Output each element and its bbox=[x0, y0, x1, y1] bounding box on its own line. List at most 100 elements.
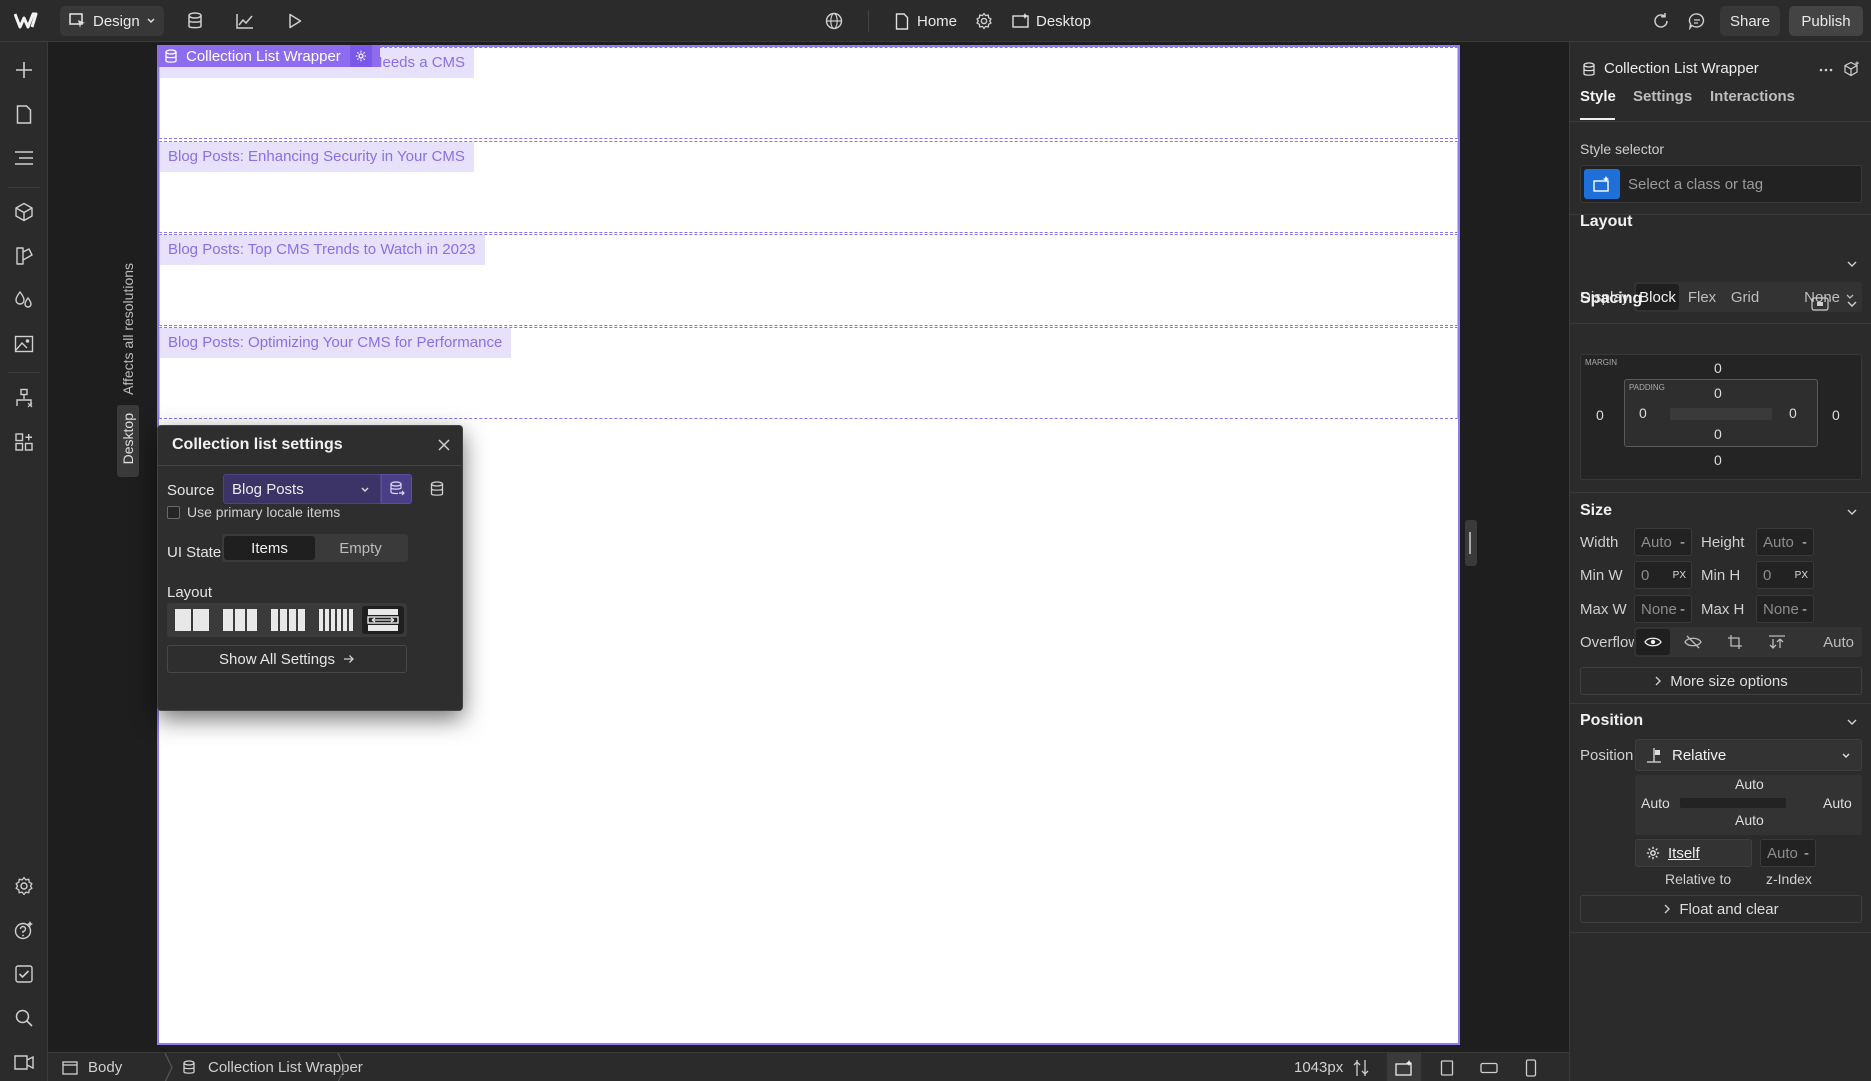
logic-button[interactable] bbox=[12, 386, 36, 410]
cms-button[interactable] bbox=[183, 9, 207, 33]
padding-right-value[interactable]: 0 bbox=[1789, 405, 1797, 421]
components-button[interactable] bbox=[12, 200, 36, 224]
site-settings-button[interactable] bbox=[12, 874, 36, 898]
chevron-down-icon[interactable] bbox=[1846, 258, 1858, 270]
navigator-button[interactable] bbox=[12, 146, 36, 170]
source-select[interactable]: Blog Posts bbox=[223, 474, 381, 504]
analyze-button[interactable] bbox=[233, 9, 257, 33]
breadcrumb-body[interactable]: Body bbox=[62, 1053, 122, 1081]
display-flex-button[interactable]: Flex bbox=[1682, 284, 1722, 310]
width-input[interactable]: Auto - bbox=[1634, 528, 1692, 556]
style-guide-button[interactable] bbox=[12, 244, 36, 268]
search-button[interactable] bbox=[12, 1006, 36, 1030]
min-height-input[interactable]: 0 PX bbox=[1756, 561, 1814, 589]
float-and-clear-button[interactable]: Float and clear bbox=[1580, 895, 1862, 923]
help-button[interactable] bbox=[12, 918, 36, 942]
pages-panel-button[interactable] bbox=[12, 102, 36, 126]
element-settings-tab[interactable] bbox=[349, 45, 372, 67]
margin-top-value[interactable]: 0 bbox=[1714, 360, 1722, 376]
offset-top-value[interactable]: Auto bbox=[1735, 776, 1764, 792]
display-grid-button[interactable]: Grid bbox=[1724, 284, 1766, 310]
chevron-down-icon[interactable] bbox=[1846, 298, 1858, 310]
canvas-width-adjust[interactable] bbox=[1352, 1058, 1370, 1078]
comments-button[interactable] bbox=[1685, 9, 1709, 33]
layout-2-columns[interactable] bbox=[170, 606, 214, 634]
page-settings-button[interactable] bbox=[972, 9, 996, 33]
publish-button[interactable]: Publish bbox=[1789, 6, 1863, 36]
margin-bottom-value[interactable]: 0 bbox=[1714, 452, 1722, 468]
create-component-button[interactable] bbox=[1842, 59, 1862, 79]
assets-button[interactable] bbox=[12, 332, 36, 356]
layout-4-columns[interactable] bbox=[266, 606, 310, 634]
apps-button[interactable] bbox=[12, 430, 36, 454]
height-unit[interactable]: - bbox=[1802, 534, 1807, 551]
height-input[interactable]: Auto - bbox=[1756, 528, 1814, 556]
position-select[interactable]: Relative bbox=[1635, 739, 1862, 771]
min-width-input[interactable]: 0 PX bbox=[1634, 561, 1692, 589]
layout-3-columns[interactable] bbox=[218, 606, 262, 634]
layout-6-columns[interactable] bbox=[314, 606, 358, 634]
tab-interactions[interactable]: Interactions bbox=[1710, 88, 1795, 105]
overflow-hidden-button[interactable] bbox=[1676, 629, 1710, 655]
overflow-visible-button[interactable] bbox=[1636, 629, 1670, 655]
max-width-unit[interactable]: - bbox=[1680, 601, 1685, 618]
overflow-clip-button[interactable] bbox=[1760, 629, 1794, 655]
preview-button[interactable] bbox=[283, 9, 307, 33]
width-unit[interactable]: - bbox=[1680, 534, 1685, 551]
tab-style[interactable]: Style bbox=[1580, 88, 1616, 122]
display-block-button[interactable]: Block bbox=[1636, 284, 1679, 310]
offset-left-value[interactable]: Auto bbox=[1641, 795, 1670, 811]
more-options-button[interactable] bbox=[1816, 60, 1836, 80]
selected-element-tag[interactable]: Collection List Wrapper bbox=[157, 45, 380, 67]
offset-right-value[interactable]: Auto bbox=[1823, 795, 1852, 811]
add-panel-button[interactable] bbox=[12, 58, 36, 82]
style-selector-field[interactable]: Select a class or tag bbox=[1580, 165, 1862, 203]
audit-button[interactable] bbox=[12, 962, 36, 986]
chevron-down-icon[interactable] bbox=[1846, 716, 1858, 728]
layout-rows[interactable] bbox=[362, 606, 404, 634]
popup-close-button[interactable] bbox=[434, 435, 454, 455]
max-width-input[interactable]: None - bbox=[1634, 595, 1692, 623]
spacing-section-title[interactable]: Spacing bbox=[1580, 290, 1642, 308]
overflow-auto-button[interactable]: Auto bbox=[1800, 629, 1860, 655]
collection-item[interactable]: Blog Posts: Enhancing Security in Your C… bbox=[159, 141, 1458, 233]
design-mode-button[interactable]: Design bbox=[60, 6, 164, 36]
more-size-options-button[interactable]: More size options bbox=[1580, 667, 1862, 695]
padding-top-value[interactable]: 0 bbox=[1714, 385, 1722, 401]
variables-button[interactable] bbox=[12, 288, 36, 312]
canvas-resize-handle[interactable] bbox=[1465, 520, 1477, 566]
ui-state-items-tab[interactable]: Items bbox=[224, 536, 315, 560]
padding-bottom-value[interactable]: 0 bbox=[1714, 426, 1722, 442]
offset-bottom-value[interactable]: Auto bbox=[1735, 812, 1764, 828]
collection-item-text[interactable]: Blog Posts: Enhancing Security in Your C… bbox=[160, 142, 474, 172]
webflow-logo[interactable] bbox=[12, 8, 42, 34]
breakpoint-portrait-button[interactable] bbox=[1514, 1053, 1548, 1081]
spacing-preset-button[interactable] bbox=[1810, 294, 1830, 314]
share-button[interactable]: Share bbox=[1720, 6, 1780, 36]
max-height-unit[interactable]: - bbox=[1802, 601, 1807, 618]
z-index-unit[interactable]: - bbox=[1804, 845, 1809, 862]
style-selector-input[interactable]: Select a class or tag bbox=[1628, 176, 1763, 193]
breakpoint-tablet-button[interactable] bbox=[1430, 1053, 1464, 1081]
overflow-scroll-button[interactable] bbox=[1718, 629, 1752, 655]
margin-right-value[interactable]: 0 bbox=[1832, 407, 1840, 423]
padding-left-value[interactable]: 0 bbox=[1639, 405, 1647, 421]
breakpoint-selector[interactable]: Desktop bbox=[1012, 7, 1091, 35]
min-height-unit[interactable]: PX bbox=[1795, 570, 1808, 581]
breakpoint-landscape-button[interactable] bbox=[1472, 1053, 1506, 1081]
collection-item[interactable]: Blog Posts: Top CMS Trends to Watch in 2… bbox=[159, 234, 1458, 326]
relative-to-select[interactable]: Itself bbox=[1635, 839, 1752, 867]
show-all-settings-button[interactable]: Show All Settings bbox=[167, 645, 407, 673]
max-height-input[interactable]: None - bbox=[1756, 595, 1814, 623]
breakpoint-desktop-button[interactable] bbox=[1387, 1053, 1421, 1081]
primary-locale-checkbox[interactable] bbox=[167, 506, 180, 519]
position-section-title[interactable]: Position bbox=[1580, 712, 1643, 730]
collection-item-text[interactable]: Blog Posts: Optimizing Your CMS for Perf… bbox=[160, 328, 512, 358]
z-index-input[interactable]: Auto - bbox=[1760, 839, 1816, 867]
min-width-unit[interactable]: PX bbox=[1673, 570, 1686, 581]
chevron-down-icon[interactable] bbox=[1846, 506, 1858, 518]
collection-item-text[interactable]: Blog Posts: Top CMS Trends to Watch in 2… bbox=[160, 235, 485, 265]
page-selector[interactable]: Home bbox=[895, 7, 957, 35]
history-button[interactable] bbox=[1649, 9, 1673, 33]
source-collection-link-button[interactable] bbox=[381, 474, 412, 504]
